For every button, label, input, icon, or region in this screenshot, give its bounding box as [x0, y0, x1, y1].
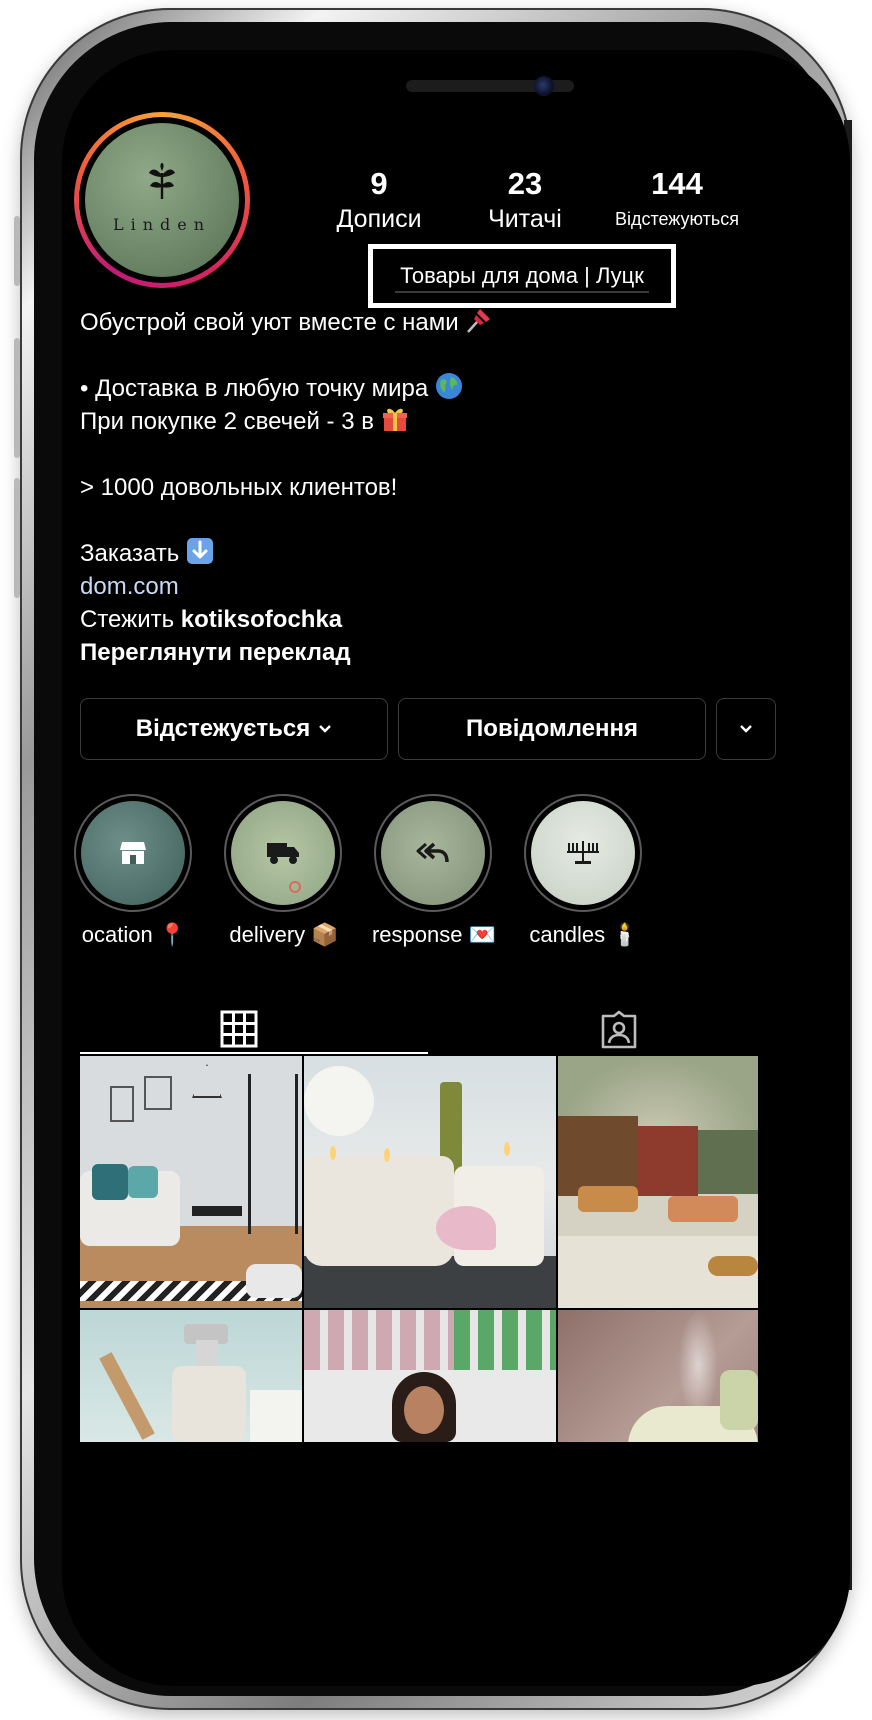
leaf-logo-icon [149, 163, 175, 199]
see-translation-label[interactable]: Переглянути переклад [80, 639, 351, 666]
bio-line-stats: > 1000 довольных клиентов! [80, 471, 397, 504]
grid-icon [220, 1010, 258, 1048]
following-label: Відстежуються [614, 209, 740, 229]
tab-tagged[interactable] [599, 1010, 639, 1055]
post-thumbnail[interactable] [80, 1310, 302, 1442]
bio-line: Обустрой свой уют вместе с нами [80, 306, 493, 339]
bio-line-5: Заказать [80, 540, 180, 567]
see-translation[interactable]: Переглянути переклад [80, 636, 351, 669]
screen: Linden 9 Дописи 23 Читачі 144 Відстежуют… [62, 50, 850, 1686]
post-thumbnail[interactable] [80, 1056, 302, 1308]
posts-value: 9 [370, 166, 388, 201]
profile-avatar[interactable]: Linden [74, 112, 250, 288]
followers-value: 23 [507, 166, 543, 201]
avatar-image: Linden [85, 123, 239, 277]
active-tab-indicator [80, 1052, 428, 1054]
bio-link[interactable]: dom.com [80, 570, 179, 603]
bio-line-1: Обустрой свой уют вместе с нами [80, 309, 459, 336]
bio-line-3: При покупке 2 свечей - 3 в [80, 408, 374, 435]
truck-icon [267, 843, 299, 864]
following-button-label: Відстежується [135, 715, 311, 742]
brand-name: Linden [112, 215, 212, 234]
mute-switch [14, 216, 20, 286]
store-icon [120, 842, 146, 864]
post-thumbnail[interactable] [304, 1310, 556, 1442]
followed-by-user[interactable]: kotiksofochka [181, 606, 342, 633]
globe-icon [435, 373, 462, 399]
highlight-cover [381, 801, 485, 905]
front-camera [534, 76, 554, 96]
following-value: 144 [651, 166, 703, 201]
bio-line: • Доставка в любую точку мира [80, 372, 463, 405]
following-count[interactable]: 144 Відстежуються [602, 166, 752, 236]
website-link[interactable]: dom.com [80, 573, 179, 600]
message-button[interactable]: Повідомлення [398, 698, 706, 760]
tab-posts-grid[interactable] [220, 1010, 258, 1053]
highlight-response[interactable]: response 💌 [372, 794, 496, 947]
followed-by-prefix: Стежить [80, 606, 175, 633]
message-button-label: Повідомлення [466, 715, 638, 742]
post-thumbnail[interactable] [558, 1310, 758, 1442]
tagged-person-icon [601, 1010, 637, 1049]
category-label: Товары для дома | Луцк [368, 244, 676, 308]
volume-down-button [14, 478, 20, 598]
chevron-down-icon [740, 725, 752, 733]
followers-label: Читачі [488, 205, 562, 233]
highlight-delivery[interactable]: delivery 📦 [224, 794, 342, 947]
category-text: Товары для дома | Луцк [400, 263, 644, 288]
bio-line-2: • Доставка в любую точку мира [80, 375, 429, 402]
followed-by[interactable]: Стежить kotiksofochka [80, 603, 342, 636]
chevron-down-icon [319, 725, 332, 733]
highlight-cover [81, 801, 185, 905]
following-button[interactable]: Відстежується [80, 698, 388, 760]
pushpin-icon [467, 309, 491, 333]
highlight-cover [231, 801, 335, 905]
gift-icon [382, 408, 407, 431]
down-arrow-icon [186, 538, 213, 564]
followers-count[interactable]: 23 Читачі [470, 166, 580, 236]
posts-count[interactable]: 9 Дописи [324, 166, 434, 236]
post-thumbnail[interactable] [304, 1056, 556, 1308]
post-thumbnail[interactable] [558, 1056, 758, 1308]
bio-line-order: Заказать [80, 537, 214, 570]
bio-line: При покупке 2 свечей - 3 в [80, 405, 409, 438]
map-pin-icon [289, 881, 301, 893]
highlight-cover [531, 801, 635, 905]
reply-all-icon [416, 842, 449, 863]
posts-label: Дописи [336, 205, 422, 233]
highlight-candles[interactable]: candles 🕯️ [524, 794, 642, 947]
highlight-location[interactable]: ocation 📍 [74, 794, 192, 947]
volume-up-button [14, 338, 20, 458]
highlight-label: candles 🕯️ [529, 922, 639, 947]
menorah-icon [567, 841, 599, 864]
more-button[interactable] [716, 698, 776, 760]
bio-line-4: > 1000 довольных клиентов! [80, 474, 398, 501]
phone-frame: Linden 9 Дописи 23 Читачі 144 Відстежуют… [14, 8, 852, 1710]
